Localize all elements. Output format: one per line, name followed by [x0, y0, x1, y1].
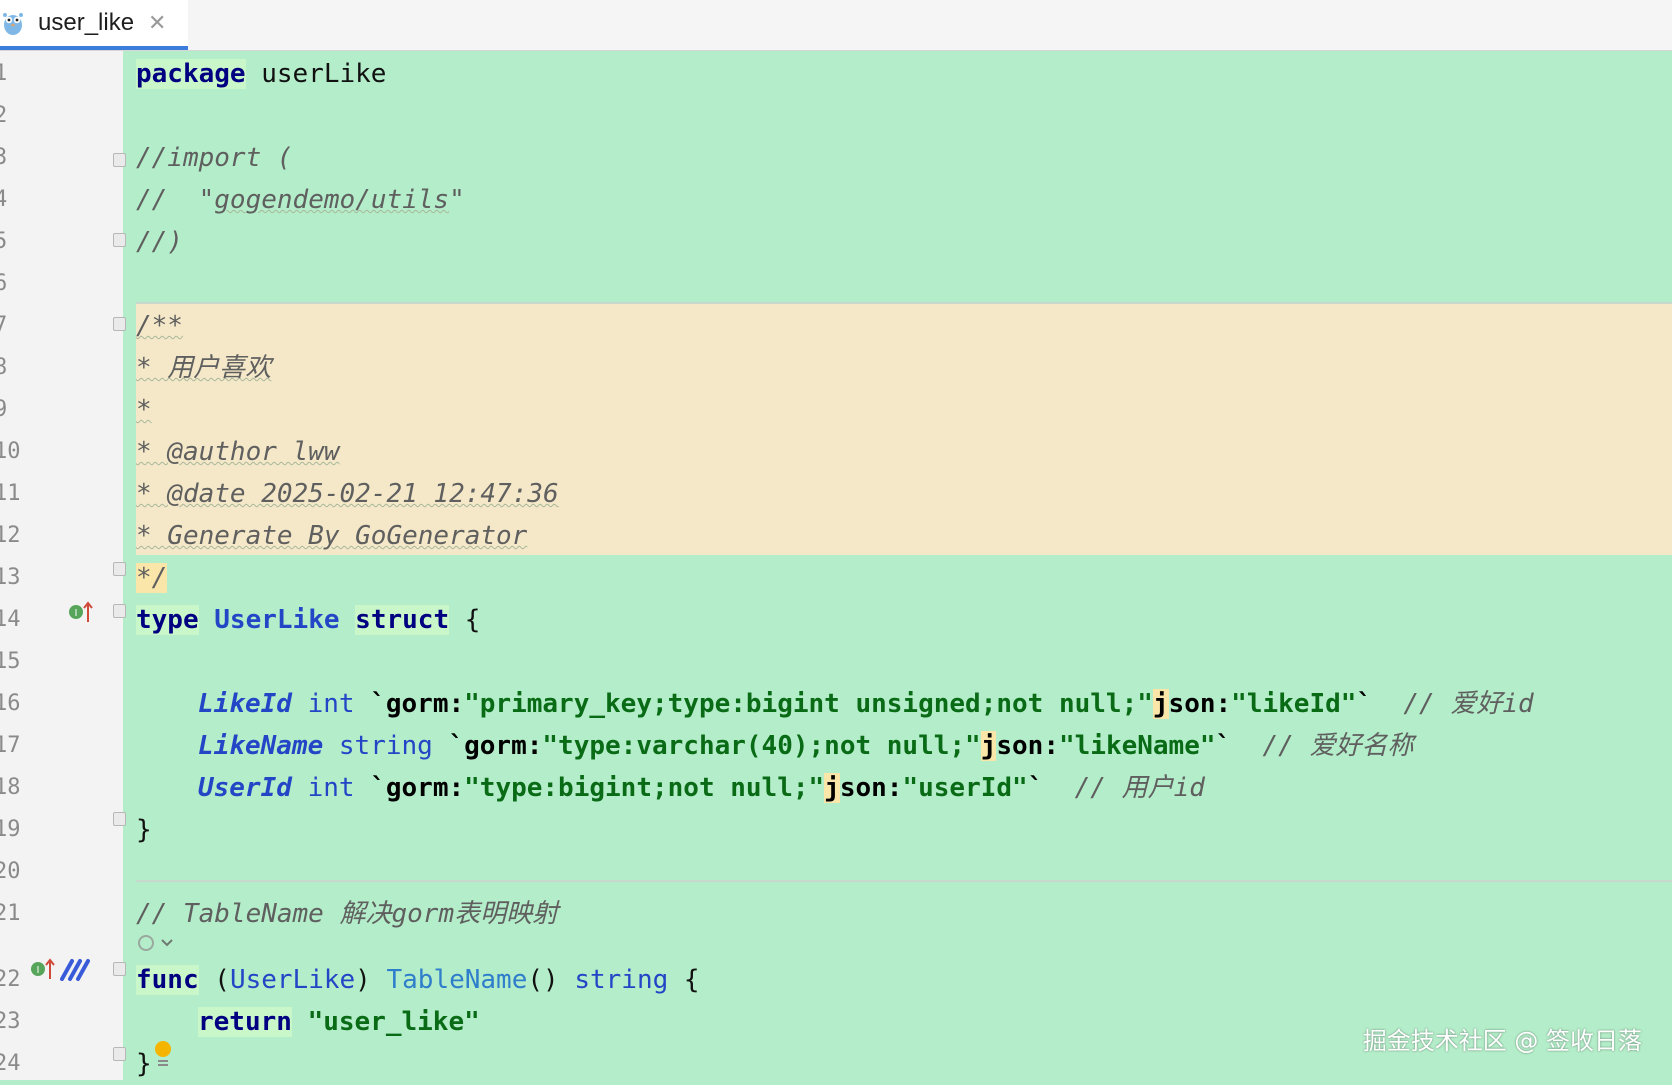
editor-tab-bar: user_like ✕ [0, 0, 1672, 51]
line-number: 21 [0, 901, 21, 926]
code-line: 17 LikeName string `gorm:"type:varchar(4… [0, 725, 1672, 767]
line-number: 7 [0, 313, 8, 338]
code-line: 22 func (UserLike) TableName() string { [0, 959, 1672, 1001]
line-number: 23 [0, 1009, 21, 1034]
code-text[interactable]: UserId int `gorm:"type:bigint;not null;"… [198, 767, 1205, 809]
code-line: 3 //import ( [0, 137, 1672, 179]
line-number: 3 [0, 145, 8, 170]
line-number: 13 [0, 565, 21, 590]
code-text[interactable]: return "user_like" [198, 1001, 480, 1043]
line-number: 14 [0, 607, 21, 632]
gopher-icon [3, 13, 23, 35]
line-number: 8 [0, 355, 8, 380]
tab-user-like[interactable]: user_like ✕ [0, 0, 188, 50]
line-number: 24 [0, 1051, 21, 1076]
code-line: 20 [0, 851, 1672, 893]
code-text[interactable]: * @date 2025-02-21 12:47:36 [136, 473, 559, 515]
line-number: 1 [0, 61, 8, 86]
code-text[interactable]: } [136, 1043, 152, 1085]
code-text[interactable]: // TableName 解决gorm表明映射 [136, 893, 558, 935]
code-line: 4 // "gogendemo/utils" [0, 179, 1672, 221]
line-number: 10 [0, 439, 21, 464]
code-line: 21 // TableName 解决gorm表明映射 [0, 893, 1672, 935]
code-line: 11 * @date 2025-02-21 12:47:36 [0, 473, 1672, 515]
line-number: 19 [0, 817, 21, 842]
code-text[interactable]: * [136, 389, 152, 431]
code-text[interactable]: // "gogendemo/utils" [136, 179, 465, 221]
line-number: 22 [0, 967, 21, 992]
line-number: 4 [0, 187, 8, 212]
code-line: 16 LikeId int `gorm:"primary_key;type:bi… [0, 683, 1672, 725]
line-number: 12 [0, 523, 21, 548]
code-text[interactable]: LikeName string `gorm:"type:varchar(40);… [198, 725, 1413, 767]
code-line: 18 UserId int `gorm:"type:bigint;not nul… [0, 767, 1672, 809]
code-line: 10 * @author lww [0, 431, 1672, 473]
line-number: 2 [0, 103, 8, 128]
line-number: 6 [0, 271, 8, 296]
code-text[interactable]: LikeId int `gorm:"primary_key;type:bigin… [198, 683, 1534, 725]
code-line: 1 package userLike [0, 53, 1672, 95]
line-number: 16 [0, 691, 21, 716]
code-line: 6 [0, 263, 1672, 305]
line-number: 18 [0, 775, 21, 800]
code-line: 12 * Generate By GoGenerator [0, 515, 1672, 557]
code-text[interactable]: func (UserLike) TableName() string { [136, 959, 700, 1001]
watermark: 掘金技术社区 @ 签收日落 [1362, 1027, 1642, 1055]
code-text[interactable]: package userLike [136, 53, 386, 95]
line-number: 9 [0, 397, 8, 422]
ai-hint-icon[interactable] [136, 932, 176, 954]
code-line: 8 * 用户喜欢 [0, 347, 1672, 389]
line-number: 11 [0, 481, 21, 506]
code-text[interactable]: type UserLike struct { [136, 599, 480, 641]
code-line: 19 } [0, 809, 1672, 851]
code-line: 7 /** [0, 305, 1672, 347]
code-text[interactable]: * 用户喜欢 [136, 347, 271, 389]
code-text[interactable]: * Generate By GoGenerator [136, 515, 527, 557]
code-line: 9 * [0, 389, 1672, 431]
line-number: 5 [0, 229, 8, 254]
line-number: 17 [0, 733, 21, 758]
code-line: 5 //) [0, 221, 1672, 263]
code-text[interactable]: /** [136, 305, 183, 347]
line-number: 15 [0, 649, 21, 674]
close-icon[interactable]: ✕ [148, 11, 166, 36]
code-line: 14 type UserLike struct { [0, 599, 1672, 641]
line-number: 20 [0, 859, 21, 884]
code-line: 13 */ [0, 557, 1672, 599]
tab-label: user_like [38, 9, 135, 36]
code-text[interactable]: * @author lww [136, 431, 340, 473]
code-text[interactable]: //import ( [136, 137, 293, 179]
code-text[interactable]: } [136, 809, 152, 851]
code-text[interactable]: //) [136, 221, 183, 263]
code-line: 15 [0, 641, 1672, 683]
code-text[interactable]: */ [136, 557, 168, 599]
code-line: 2 [0, 95, 1672, 137]
